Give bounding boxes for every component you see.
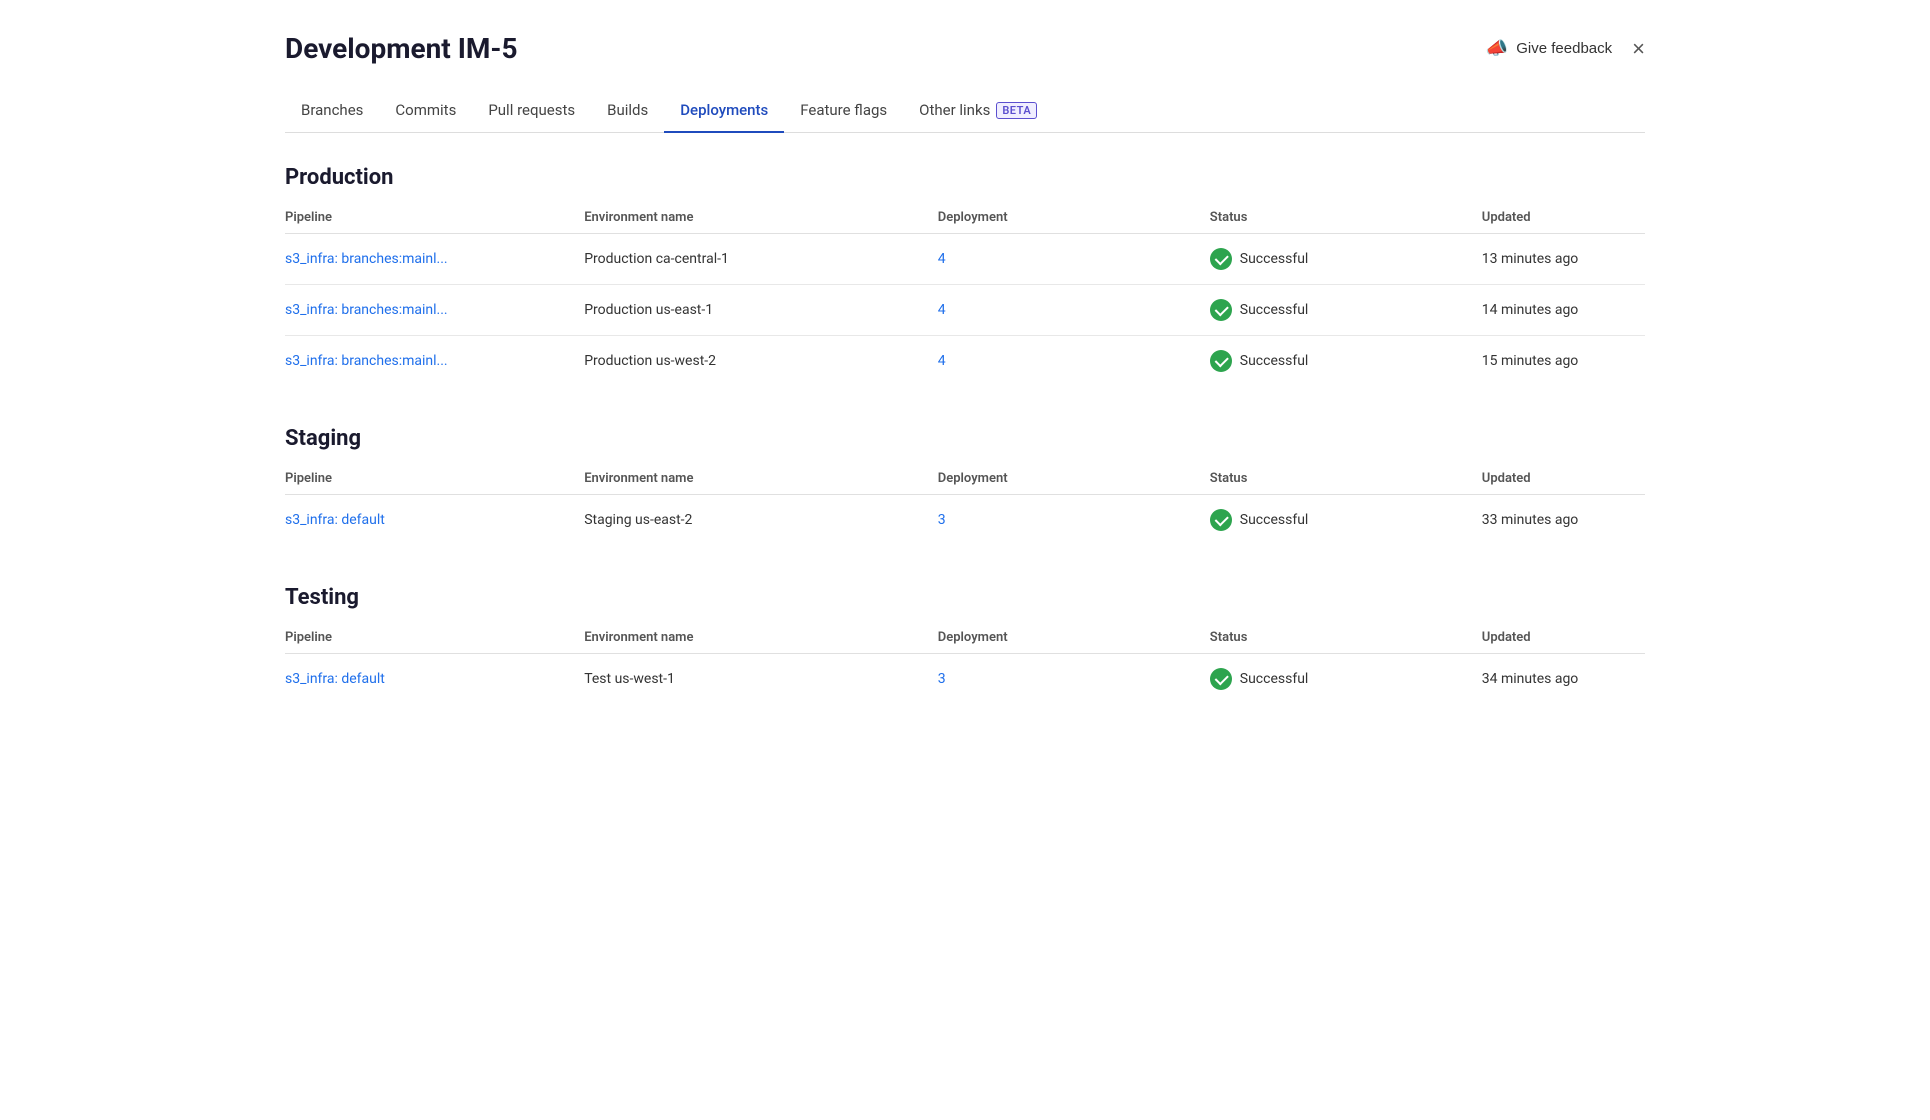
updated-time: 34 minutes ago xyxy=(1482,654,1645,705)
table-row: s3_infra: branches:mainl... Production u… xyxy=(285,285,1645,336)
col-header-pipeline-t: Pipeline xyxy=(285,622,584,654)
col-header-status-s: Status xyxy=(1210,463,1482,495)
tab-deployments[interactable]: Deployments xyxy=(664,89,784,133)
table-row: s3_infra: default Staging us-east-2 3 Su… xyxy=(285,495,1645,546)
status-cell: Successful xyxy=(1210,248,1482,270)
col-header-status-t: Status xyxy=(1210,622,1482,654)
close-icon: × xyxy=(1632,36,1645,61)
updated-time: 15 minutes ago xyxy=(1482,336,1645,387)
status-label: Successful xyxy=(1240,512,1309,528)
col-header-env-s: Environment name xyxy=(584,463,938,495)
tab-feature-flags[interactable]: Feature flags xyxy=(784,89,903,133)
success-icon xyxy=(1210,668,1232,690)
status-label: Successful xyxy=(1240,353,1309,369)
col-header-updated-t: Updated xyxy=(1482,622,1645,654)
deployment-link[interactable]: 4 xyxy=(938,302,946,318)
pipeline-link[interactable]: s3_infra: branches:mainl... xyxy=(285,353,448,369)
status-cell: Successful xyxy=(1210,509,1482,531)
megaphone-icon: 📣 xyxy=(1486,38,1508,59)
tab-branches[interactable]: Branches xyxy=(285,89,379,133)
col-header-env: Environment name xyxy=(584,202,938,234)
col-header-deployment-s: Deployment xyxy=(938,463,1210,495)
col-header-status: Status xyxy=(1210,202,1482,234)
updated-time: 33 minutes ago xyxy=(1482,495,1645,546)
success-icon xyxy=(1210,509,1232,531)
pipeline-link[interactable]: s3_infra: branches:mainl... xyxy=(285,302,448,318)
testing-table: Pipeline Environment name Deployment Sta… xyxy=(285,622,1645,704)
feedback-button[interactable]: 📣 Give feedback xyxy=(1486,38,1612,59)
tab-other-links[interactable]: Other links BETA xyxy=(903,89,1053,133)
tab-pull-requests[interactable]: Pull requests xyxy=(472,89,591,133)
deployment-link[interactable]: 4 xyxy=(938,251,946,267)
col-header-deployment: Deployment xyxy=(938,202,1210,234)
status-label: Successful xyxy=(1240,671,1309,687)
tab-builds[interactable]: Builds xyxy=(591,89,664,133)
table-row: s3_infra: default Test us-west-1 3 Succe… xyxy=(285,654,1645,705)
status-label: Successful xyxy=(1240,302,1309,318)
tab-commits[interactable]: Commits xyxy=(379,89,472,133)
production-table: Pipeline Environment name Deployment Sta… xyxy=(285,202,1645,386)
pipeline-link[interactable]: s3_infra: default xyxy=(285,512,385,528)
production-section: Production Pipeline Environment name Dep… xyxy=(285,165,1645,386)
status-cell: Successful xyxy=(1210,350,1482,372)
deployment-link[interactable]: 3 xyxy=(938,512,946,528)
page-header: Development IM-5 📣 Give feedback × xyxy=(285,32,1645,65)
environment-name: Production ca-central-1 xyxy=(584,234,938,285)
col-header-updated: Updated xyxy=(1482,202,1645,234)
deployment-link[interactable]: 4 xyxy=(938,353,946,369)
col-header-updated-s: Updated xyxy=(1482,463,1645,495)
table-row: s3_infra: branches:mainl... Production u… xyxy=(285,336,1645,387)
production-title: Production xyxy=(285,165,1645,190)
tab-other-links-label: Other links xyxy=(919,101,990,119)
col-header-pipeline-s: Pipeline xyxy=(285,463,584,495)
col-header-pipeline: Pipeline xyxy=(285,202,584,234)
testing-title: Testing xyxy=(285,585,1645,610)
feedback-label: Give feedback xyxy=(1516,40,1612,57)
main-content: Production Pipeline Environment name Dep… xyxy=(285,133,1645,704)
page-container: Development IM-5 📣 Give feedback × Branc… xyxy=(245,0,1685,776)
staging-table: Pipeline Environment name Deployment Sta… xyxy=(285,463,1645,545)
success-icon xyxy=(1210,299,1232,321)
status-label: Successful xyxy=(1240,251,1309,267)
pipeline-link[interactable]: s3_infra: branches:mainl... xyxy=(285,251,448,267)
beta-badge: BETA xyxy=(996,102,1037,119)
close-button[interactable]: × xyxy=(1632,38,1645,60)
environment-name: Test us-west-1 xyxy=(584,654,938,705)
success-icon xyxy=(1210,248,1232,270)
col-header-env-t: Environment name xyxy=(584,622,938,654)
status-cell: Successful xyxy=(1210,299,1482,321)
pipeline-link[interactable]: s3_infra: default xyxy=(285,671,385,687)
page-title: Development IM-5 xyxy=(285,32,518,65)
environment-name: Production us-east-1 xyxy=(584,285,938,336)
updated-time: 14 minutes ago xyxy=(1482,285,1645,336)
environment-name: Production us-west-2 xyxy=(584,336,938,387)
tabs-nav: Branches Commits Pull requests Builds De… xyxy=(285,89,1645,133)
testing-section: Testing Pipeline Environment name Deploy… xyxy=(285,585,1645,704)
deployment-link[interactable]: 3 xyxy=(938,671,946,687)
environment-name: Staging us-east-2 xyxy=(584,495,938,546)
success-icon xyxy=(1210,350,1232,372)
updated-time: 13 minutes ago xyxy=(1482,234,1645,285)
col-header-deployment-t: Deployment xyxy=(938,622,1210,654)
status-cell: Successful xyxy=(1210,668,1482,690)
header-actions: 📣 Give feedback × xyxy=(1486,38,1645,60)
staging-section: Staging Pipeline Environment name Deploy… xyxy=(285,426,1645,545)
table-row: s3_infra: branches:mainl... Production c… xyxy=(285,234,1645,285)
staging-title: Staging xyxy=(285,426,1645,451)
